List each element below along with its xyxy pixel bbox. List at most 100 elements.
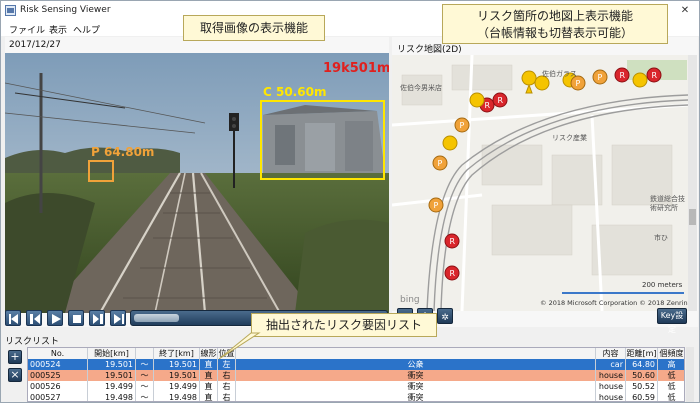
cell-dist: 50.52 — [626, 381, 658, 392]
column-header[interactable] — [136, 348, 154, 359]
cell-type: car — [596, 359, 626, 370]
plus-icon: + — [10, 350, 20, 363]
skip-back-button[interactable] — [5, 310, 21, 326]
cell-sep: 〜 — [136, 381, 154, 392]
step-forward-icon — [93, 314, 103, 324]
callout-risk-list: 抽出されたリスク要因リスト — [251, 313, 437, 337]
cell-end: 19.498 — [154, 392, 200, 401]
column-header[interactable]: 開始[km] — [88, 348, 136, 359]
camera-scene — [5, 53, 389, 313]
risk-table-row[interactable]: 000526 19.499 〜 19.499 直右衝突 house 50.52 低 — [28, 381, 684, 392]
callout-map-feature: リスク箇所の地図上表示機能 （台帳情報も切替表示可能） — [442, 4, 668, 44]
map-place-label: 佐伯ガラス — [542, 70, 577, 78]
cell-end: 19.501 — [154, 370, 200, 381]
cell-pos: 右 — [218, 392, 236, 401]
map-place-label: 鉄道総合技術研究所 — [650, 195, 685, 212]
column-header[interactable]: 距離[m] — [626, 348, 658, 359]
stop-icon — [73, 315, 81, 323]
column-header[interactable]: 個頻度 — [658, 348, 684, 359]
add-risk-button[interactable]: + — [8, 350, 22, 364]
delete-risk-button[interactable]: × — [8, 368, 22, 382]
map-scale: 200 meters — [642, 281, 683, 289]
menu-view[interactable]: 表示 — [49, 23, 67, 36]
map-scrollbar[interactable] — [688, 55, 697, 311]
column-header[interactable] — [236, 348, 596, 359]
detection-label-p: P 64.80m — [91, 145, 155, 159]
cell-line: 直 — [200, 370, 218, 381]
cell-dist: 50.60 — [626, 370, 658, 381]
svg-text:P: P — [598, 73, 603, 82]
callout-pointer — [218, 332, 261, 360]
play-button[interactable] — [47, 310, 63, 326]
cell-end: 19.501 — [154, 359, 200, 370]
callout-image-feature: 取得画像の表示機能 — [183, 15, 325, 41]
camera-image[interactable]: P 64.80m C 50.60m 19k501m — [5, 53, 389, 313]
detection-label-c: C 50.60m — [263, 85, 327, 99]
column-header[interactable]: 終了[km] — [154, 348, 200, 359]
kilometer-readout: 19k501m — [323, 61, 389, 76]
cell-freq: 高 — [658, 359, 684, 370]
skip-forward-button[interactable] — [110, 310, 126, 326]
step-back-button[interactable] — [26, 310, 42, 326]
cell-type: house — [596, 381, 626, 392]
app-window: Risk Sensing Viewer — □ ✕ ファイル 表示 ヘルプ 20… — [0, 0, 700, 403]
skip-forward-icon — [114, 314, 124, 324]
close-button[interactable]: ✕ — [673, 3, 697, 18]
crosshair-icon: ✲ — [441, 313, 449, 323]
cell-no: 000524 — [28, 359, 88, 370]
key-settings-button[interactable]: Key設定 — [657, 308, 687, 334]
risk-table-header: No.開始[km]終了[km]線形位置内容距離[m]個頻度 — [28, 348, 684, 359]
playback-progress-fill — [134, 314, 179, 322]
column-header[interactable]: No. — [28, 348, 88, 359]
menu-file[interactable]: ファイル — [9, 23, 45, 36]
stop-button[interactable] — [68, 310, 84, 326]
svg-text:R: R — [450, 269, 456, 278]
svg-text:R: R — [498, 96, 504, 105]
cell-dist: 64.80 — [626, 359, 658, 370]
cell-desc: 衝突 — [236, 370, 596, 381]
cell-desc: 衝突 — [236, 381, 596, 392]
svg-text:P: P — [438, 159, 443, 168]
menu-help[interactable]: ヘルプ — [73, 23, 100, 36]
cell-line: 直 — [200, 392, 218, 401]
app-icon — [5, 5, 16, 16]
cell-pos: 右 — [218, 370, 236, 381]
cell-end: 19.499 — [154, 381, 200, 392]
cell-pos: 右 — [218, 381, 236, 392]
risk-list-section: リスクリスト + × No.開始[km]終了[km]線形位置内容距離[m]個頻度… — [5, 334, 697, 402]
svg-text:P: P — [576, 79, 581, 88]
svg-text:R: R — [652, 71, 658, 80]
map-copyright: © 2018 Microsoft Corporation © 2018 Zenr… — [540, 299, 688, 307]
map-place-label: 佐伯今男米店 — [400, 84, 442, 92]
cell-freq: 低 — [658, 370, 684, 381]
risk-table-scrollbar[interactable] — [686, 347, 694, 402]
bing-logo: bing — [400, 295, 420, 305]
cell-type: house — [596, 370, 626, 381]
skip-back-icon — [9, 314, 18, 324]
cell-start: 19.499 — [88, 381, 136, 392]
step-back-icon — [30, 314, 40, 324]
step-forward-button[interactable] — [89, 310, 105, 326]
cell-sep: 〜 — [136, 370, 154, 381]
capture-date: 2017/12/27 — [9, 40, 61, 50]
cell-no: 000525 — [28, 370, 88, 381]
cell-sep: 〜 — [136, 392, 154, 401]
cell-freq: 低 — [658, 381, 684, 392]
svg-text:R: R — [450, 237, 456, 246]
window-title: Risk Sensing Viewer — [20, 5, 111, 15]
cell-start: 19.501 — [88, 370, 136, 381]
cell-sep: 〜 — [136, 359, 154, 370]
risk-table-row[interactable]: 000525 19.501 〜 19.501 直右衝突 house 50.60 低 — [28, 370, 684, 381]
risk-table: No.開始[km]終了[km]線形位置内容距離[m]個頻度00052419.50… — [27, 347, 685, 402]
map-reset-button[interactable]: ✲ — [437, 308, 453, 324]
map-panel: リスク地図(2D) P R R P R R P P P R R 佐伯今男米店 佐… — [392, 37, 698, 327]
play-icon — [52, 314, 61, 324]
risk-table-row[interactable]: 000524 19.501 〜 19.501 直左公衆 car 64.80 高 — [28, 359, 684, 370]
column-header[interactable]: 内容 — [596, 348, 626, 359]
cell-line: 直 — [200, 381, 218, 392]
cell-freq: 低 — [658, 392, 684, 401]
risk-table-row[interactable]: 000527 19.498 〜 19.498 直右衝突 house 60.59 低 — [28, 392, 684, 401]
svg-text:R: R — [620, 71, 626, 80]
image-panel: 2017/12/27 P 64.80m C 50.60m 19k501m — [5, 37, 389, 327]
risk-map[interactable]: P R R P R R P P P R R 佐伯今男米店 佐伯ガラス リスク産業… — [392, 55, 688, 311]
